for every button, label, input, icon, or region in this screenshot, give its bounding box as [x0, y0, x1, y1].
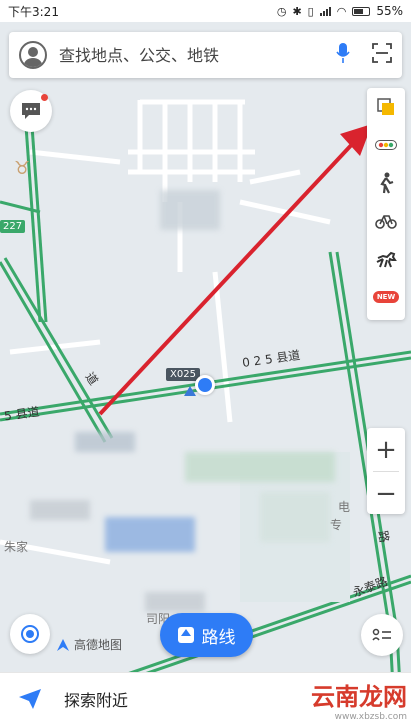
status-icons: ◷ ✱ ▯ ◠ 55%: [277, 4, 403, 18]
locate-me-button[interactable]: [10, 614, 50, 654]
app-logo: 高德地图: [56, 636, 122, 653]
scan-icon[interactable]: [372, 43, 392, 67]
zoom-controls: + −: [367, 428, 405, 514]
place-label: 电: [338, 500, 351, 514]
road-code-badge: X025: [166, 368, 200, 381]
zoom-in-button[interactable]: +: [367, 428, 405, 471]
status-time: 下午3:21: [8, 4, 59, 19]
search-input[interactable]: [59, 45, 336, 65]
route-arrow-icon: [177, 627, 194, 643]
horse-button[interactable]: [367, 240, 405, 278]
decorative-animal-icon: ♉: [14, 158, 31, 179]
poi-blur: [75, 432, 135, 452]
watermark-text: 云南龙网: [311, 683, 407, 711]
watermark-url: www.xbzsb.com: [334, 712, 407, 722]
watermark: 云南龙网 www.xbzsb.com: [311, 677, 407, 722]
status-bar: 下午3:21 ◷ ✱ ▯ ◠ 55%: [0, 0, 411, 22]
poi-blur: [105, 517, 195, 552]
alarm-icon: ◷: [276, 4, 287, 18]
battery-percent: 55%: [376, 4, 403, 18]
place-label: 专: [330, 518, 343, 532]
walk-button[interactable]: [367, 164, 405, 202]
traffic-icon: [375, 140, 397, 150]
list-button[interactable]: [361, 614, 403, 656]
logo-icon: [57, 638, 69, 651]
walk-icon: [380, 172, 394, 194]
horse-icon: [376, 251, 397, 268]
message-icon: [22, 103, 40, 119]
poi-blur: [30, 500, 90, 520]
poi-blur: [260, 492, 330, 542]
messages-button[interactable]: [10, 90, 52, 132]
place-label: 朱家: [4, 540, 29, 554]
route-button[interactable]: 路线: [160, 613, 253, 657]
list-icon: [372, 628, 391, 641]
map-tools-panel: NEW: [367, 88, 405, 320]
new-feature-button[interactable]: NEW: [367, 278, 405, 316]
new-badge: NEW: [372, 291, 400, 303]
battery-icon: [352, 6, 371, 16]
search-bar[interactable]: [9, 32, 402, 78]
poi-blur: [145, 592, 205, 612]
signal-icon: [319, 6, 331, 16]
poi-blur: [160, 190, 220, 230]
zoom-out-button[interactable]: −: [367, 472, 405, 515]
vibrate-icon: ▯: [307, 4, 314, 18]
send-arrow-icon: [19, 688, 41, 709]
layers-button[interactable]: [367, 88, 405, 126]
poi-blur: [185, 452, 335, 482]
explore-nearby-label: 探索附近: [64, 690, 129, 710]
current-location-marker: [195, 375, 215, 395]
notification-dot: [41, 94, 48, 101]
road-code-badge: 227: [0, 220, 26, 233]
wifi-icon: ◠: [336, 4, 347, 18]
route-label: 路线: [201, 627, 236, 648]
locate-icon: [21, 625, 39, 643]
traffic-button[interactable]: [367, 126, 405, 164]
bike-icon: [375, 215, 397, 229]
layers-icon: [377, 98, 394, 115]
heading-arrow-icon: [184, 386, 196, 396]
microphone-icon[interactable]: [336, 42, 350, 68]
logo-text: 高德地图: [74, 638, 123, 652]
bike-button[interactable]: [367, 202, 405, 240]
user-avatar-icon[interactable]: [19, 41, 47, 69]
bluetooth-icon: ✱: [292, 4, 302, 18]
